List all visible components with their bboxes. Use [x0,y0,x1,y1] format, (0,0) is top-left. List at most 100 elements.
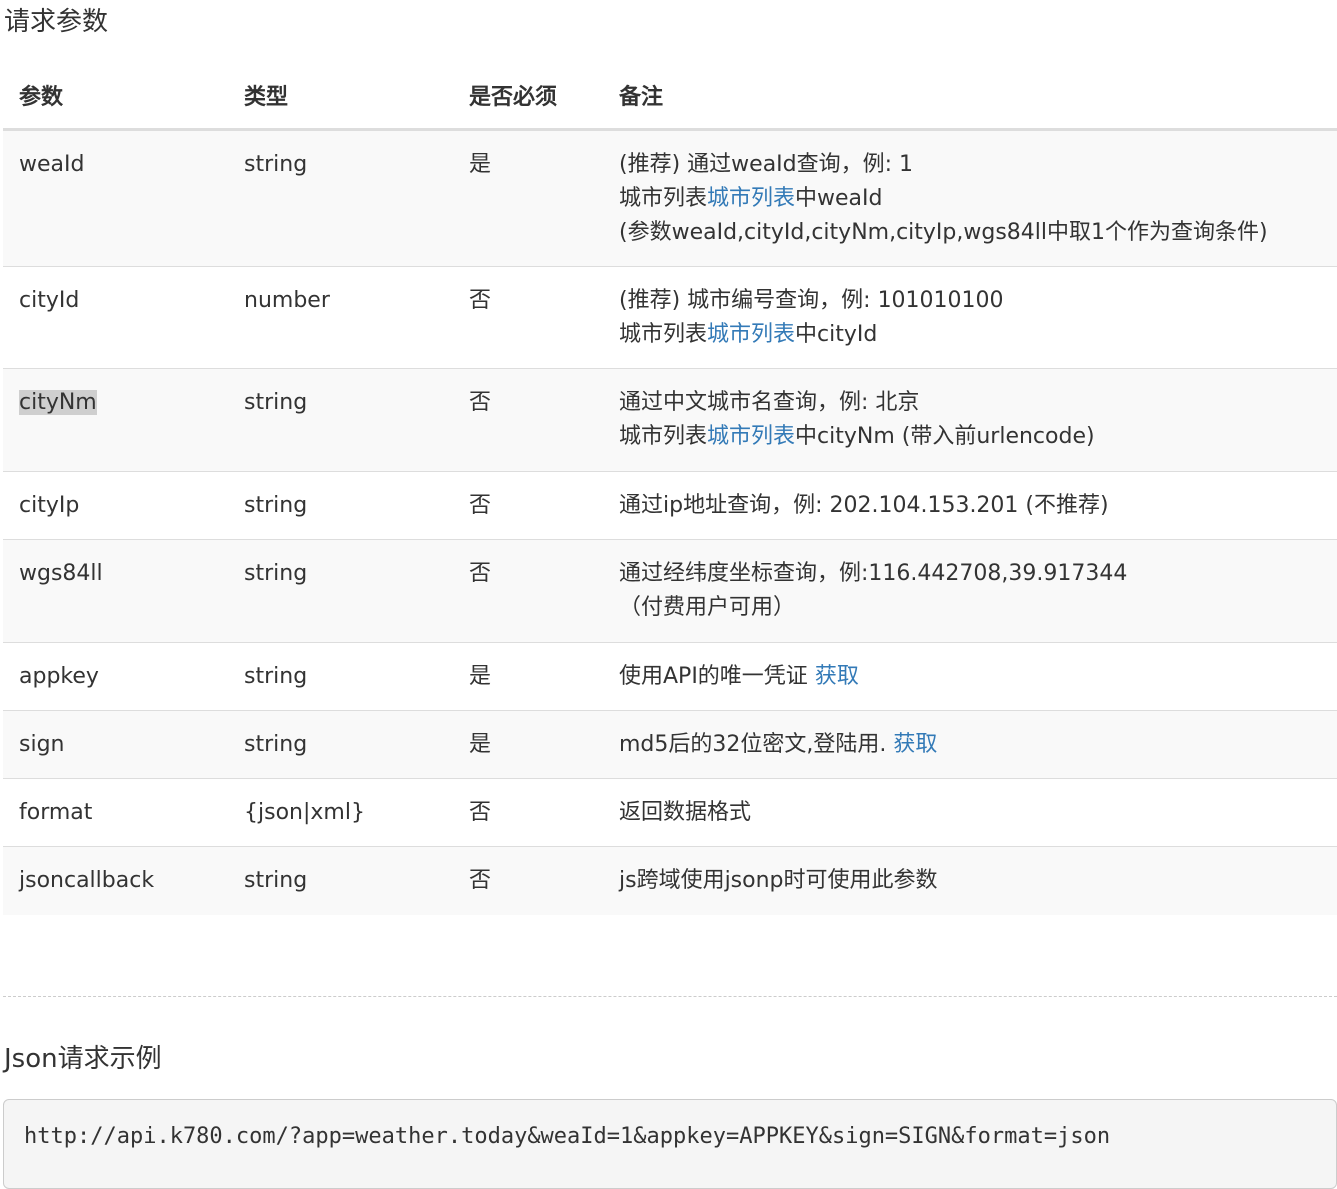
remark-text: md5后的32位密文,登陆用. [619,732,894,757]
param-remark: js跨域使用jsonp时可使用此参数 [603,846,1337,915]
remark-line: 通过经纬度坐标查询，例:116.442708,39.917344 [619,557,1337,591]
city-list-link[interactable]: 城市列表 [707,322,795,347]
section-divider [3,996,1337,997]
param-type: string [228,710,453,779]
param-type: string [228,642,453,711]
param-name: appkey [19,664,99,689]
remark-text: 中cityNm (带入前urlencode) [795,424,1095,449]
remark-line: 返回数据格式 [619,796,1337,830]
table-row-citynm: cityNm string 否通过中文城市名查询，例: 北京 城市列表城市列表中cit… [3,368,1337,472]
table-row-weaid: weaId string 是 (推荐) 通过weaId查询，例: 1 城市列表城市列表中… [3,129,1337,267]
param-required: 是 [453,710,603,779]
city-list-link[interactable]: 城市列表 [707,424,795,449]
get-link[interactable]: 获取 [893,732,937,757]
param-name-cell: weaId [3,129,228,267]
remark-text: 中cityId [795,322,878,347]
param-required: 否 [453,846,603,915]
remark-line: 使用API的唯一凭证 获取 [619,660,1337,694]
param-name-cell: appkey [3,642,228,711]
table-row-appkey: appkey string 是使用API的唯一凭证 获取 [3,642,1337,711]
param-remark: 通过ip地址查询，例: 202.104.153.201 (不推荐) [603,471,1337,540]
param-name-cell: sign [3,710,228,779]
remark-line: (参数weaId,cityId,cityNm,cityIp,wgs84ll中取1… [619,216,1337,250]
remark-text: 中weaId [795,186,883,211]
param-required: 否 [453,368,603,472]
param-type: string [228,471,453,540]
table-row-cityid: cityId number 否 (推荐) 城市编号查询，例: 101010100 城市列… [3,266,1337,369]
param-type: {json|xml} [228,778,453,847]
remark-text: 城市列表 [619,424,708,449]
remark-line: 城市列表城市列表中cityNm (带入前urlencode) [619,420,1337,454]
param-name: format [19,800,93,825]
param-name-cell: wgs84ll [3,539,228,643]
table-row-jsoncallback: jsoncallback string 否 js跨域使用jsonp时可使用此参数 [3,846,1337,915]
param-type: string [228,368,453,472]
param-remark: 返回数据格式 [603,778,1337,847]
param-name: wgs84ll [19,561,103,586]
param-name: weaId [19,152,85,177]
param-name: sign [19,732,65,757]
remark-text: 通过中文城市名查询，例: 北京 [619,390,920,415]
remark-line: 城市列表城市列表中cityId [619,318,1337,352]
remark-line: md5后的32位密文,登陆用. 获取 [619,728,1337,762]
header-required: 是否必须 [453,62,603,131]
remark-text: 返回数据格式 [619,800,752,825]
json-example-url: http://api.k780.com/?app=weather.today&w… [24,1124,1111,1149]
param-name-cell: cityNm [3,368,228,472]
param-name: cityId [19,288,80,313]
param-required: 否 [453,471,603,540]
remark-line: 城市列表城市列表中weaId [619,182,1337,216]
param-name: cityNm [19,390,97,415]
param-required: 否 [453,539,603,643]
remark-text: 城市列表 [619,322,708,347]
remark-text: （付费用户可用） [619,595,796,620]
param-required: 是 [453,129,603,267]
remark-text: (参数weaId,cityId,cityNm,cityIp,wgs84ll中取1… [619,220,1268,245]
param-name: jsoncallback [19,868,155,893]
table-row-format: format {json|xml} 否返回数据格式 [3,778,1337,847]
remark-text: 城市列表 [619,186,708,211]
remark-line: js跨域使用jsonp时可使用此参数 [619,864,1337,898]
params-table: 参数 类型 是否必须 备注 weaId string 是 (推荐) 通过weaId查询… [3,62,1337,915]
remark-text: 使用API的唯一凭证 [619,664,815,689]
params-table-header: 参数 类型 是否必须 备注 [3,62,1337,131]
param-name: cityIp [19,493,80,518]
param-remark: md5后的32位密文,登陆用. 获取 [603,710,1337,779]
header-param: 参数 [3,62,228,131]
remark-line: (推荐) 通过weaId查询，例: 1 [619,148,1337,182]
param-remark: 使用API的唯一凭证 获取 [603,642,1337,711]
json-example-title: Json请求示例 [4,1044,162,1074]
param-type: number [228,266,453,369]
remark-text: 通过ip地址查询，例: 202.104.153.201 (不推荐) [619,493,1109,518]
param-remark: 通过经纬度坐标查询，例:116.442708,39.917344 （付费用户可用） [603,539,1337,643]
param-type: string [228,846,453,915]
param-type: string [228,129,453,267]
city-list-link[interactable]: 城市列表 [707,186,795,211]
table-row-cityip: cityIp string 否通过ip地址查询，例: 202.104.153.201… [3,471,1337,540]
param-required: 是 [453,642,603,711]
param-remark: 通过中文城市名查询，例: 北京 城市列表城市列表中cityNm (带入前urlen… [603,368,1337,472]
request-params-title: 请求参数 [4,7,109,37]
param-name-cell: jsoncallback [3,846,228,915]
header-remark: 备注 [603,62,1337,131]
header-type: 类型 [228,62,453,131]
table-row-sign: sign string 是 md5后的32位密文,登陆用. 获取 [3,710,1337,779]
param-required: 否 [453,778,603,847]
remark-line: 通过ip地址查询，例: 202.104.153.201 (不推荐) [619,489,1337,523]
param-type: string [228,539,453,643]
table-row-wgs84ll: wgs84ll string 否通过经纬度坐标查询，例:116.442708,39.… [3,539,1337,643]
param-remark: (推荐) 城市编号查询，例: 101010100 城市列表城市列表中cityId [603,266,1337,369]
get-link[interactable]: 获取 [815,664,859,689]
remark-text: (推荐) 通过weaId查询，例: 1 [619,152,914,177]
remark-line: （付费用户可用） [619,591,1337,625]
param-name-cell: cityId [3,266,228,369]
remark-line: 通过中文城市名查询，例: 北京 [619,386,1337,420]
param-name-cell: cityIp [3,471,228,540]
remark-line: (推荐) 城市编号查询，例: 101010100 [619,284,1337,318]
remark-text: 通过经纬度坐标查询，例:116.442708,39.917344 [619,561,1128,586]
param-required: 否 [453,266,603,369]
param-name-cell: format [3,778,228,847]
remark-text: js跨域使用jsonp时可使用此参数 [619,868,938,893]
param-remark: (推荐) 通过weaId查询，例: 1 城市列表城市列表中weaId (参数weaI… [603,129,1337,267]
remark-text: (推荐) 城市编号查询，例: 101010100 [619,288,1004,313]
